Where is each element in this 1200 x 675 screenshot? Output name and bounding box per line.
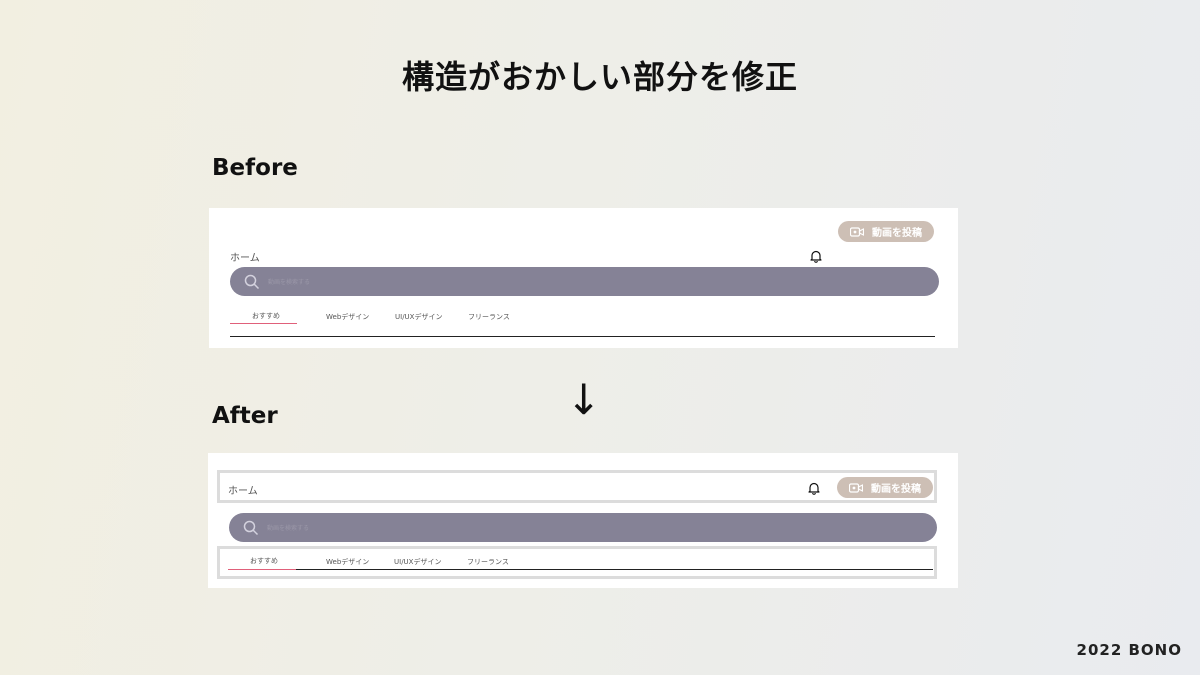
post-video-label: 動画を投稿 — [871, 484, 921, 495]
after-label: After — [212, 403, 278, 429]
tab-web-design[interactable]: Webデザイン — [326, 312, 369, 322]
tabs-row-frame — [217, 546, 937, 579]
home-link[interactable]: ホーム — [230, 249, 260, 264]
search-icon — [244, 274, 260, 289]
after-panel: ホーム 動画を投稿 動画を検索する おすすめ Webデザイン UI/UXデザイン… — [208, 453, 958, 588]
tab-uiux-design[interactable]: UI/UXデザイン — [394, 557, 441, 567]
home-link[interactable]: ホーム — [228, 482, 258, 497]
search-placeholder: 動画を検索する — [267, 525, 310, 532]
before-panel: 動画を投稿 ホーム 動画を検索する おすすめ Webデザイン UI/UXデザイン… — [209, 208, 958, 348]
tab-web-design[interactable]: Webデザイン — [326, 557, 369, 567]
bell-icon[interactable] — [809, 249, 823, 263]
tabs-divider — [296, 569, 933, 570]
header-row-frame — [217, 470, 937, 503]
slide-title: 構造がおかしい部分を修正 — [401, 58, 798, 96]
post-video-label: 動画を投稿 — [872, 228, 922, 239]
footer-credit: 2022 BONO — [1076, 641, 1182, 659]
post-video-button[interactable]: 動画を投稿 — [837, 477, 933, 498]
search-icon — [243, 520, 259, 535]
before-label: Before — [212, 155, 298, 181]
tab-recommended[interactable]: おすすめ — [250, 556, 278, 566]
tab-uiux-design[interactable]: UI/UXデザイン — [395, 312, 442, 322]
search-placeholder: 動画を検索する — [268, 279, 311, 286]
tab-freelance[interactable]: フリーランス — [468, 312, 510, 322]
tab-freelance[interactable]: フリーランス — [467, 557, 509, 567]
tabs-divider — [230, 336, 935, 337]
post-video-button[interactable]: 動画を投稿 — [838, 221, 934, 242]
active-tab-underline — [230, 323, 297, 324]
tab-recommended[interactable]: おすすめ — [252, 311, 280, 321]
bell-icon[interactable] — [807, 481, 821, 495]
video-camera-icon — [850, 226, 864, 237]
video-camera-icon — [849, 482, 863, 493]
arrow-down-icon: ↓ — [566, 375, 602, 424]
active-tab-underline — [228, 569, 296, 570]
search-bar[interactable]: 動画を検索する — [229, 513, 937, 542]
search-bar[interactable]: 動画を検索する — [230, 267, 939, 296]
